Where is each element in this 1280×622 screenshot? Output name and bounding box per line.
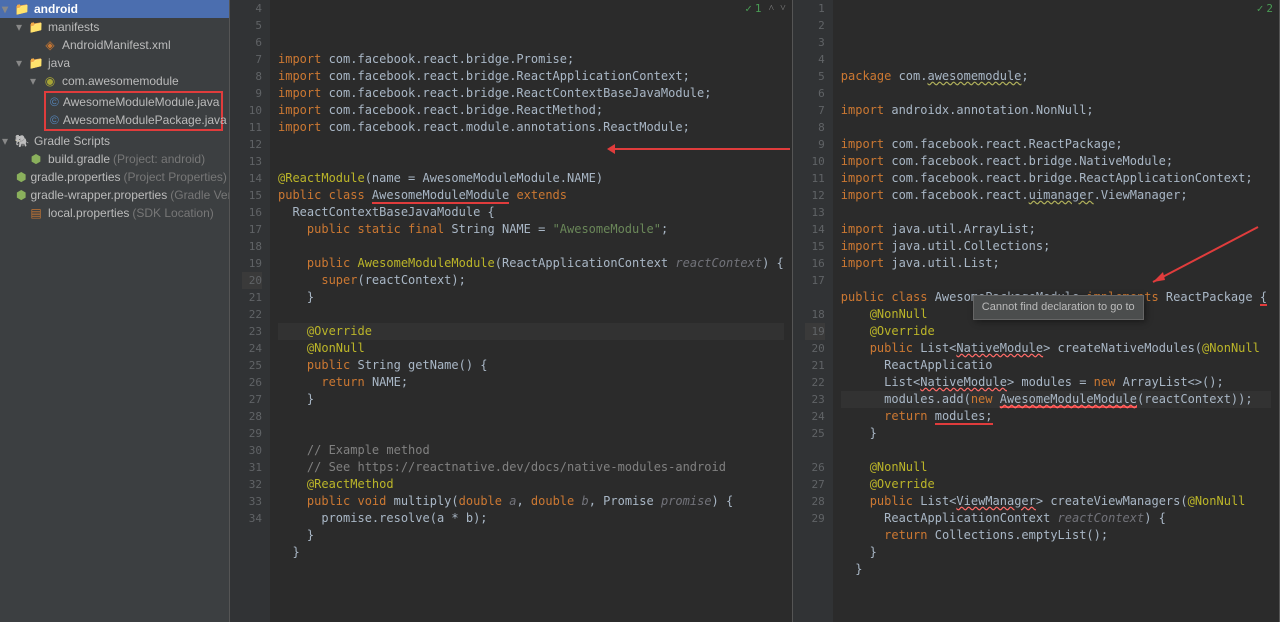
- tree-package[interactable]: ▾ ◉ com.awesomemodule: [0, 72, 229, 90]
- tree-suffix: (Gradle Ver: [170, 188, 230, 202]
- chevron-down-icon: ▾: [16, 20, 28, 34]
- tree-label: local.properties: [48, 206, 129, 220]
- tree-file[interactable]: ◈ AndroidManifest.xml: [0, 36, 229, 54]
- editor-split: ✓ 1 ˄ ˅ 45678910111213141516171819202122…: [230, 0, 1280, 622]
- tree-file[interactable]: © AwesomeModuleModule.java: [46, 93, 221, 111]
- tree-suffix: (SDK Location): [132, 206, 213, 220]
- xml-icon: ◈: [42, 38, 58, 52]
- tree-file[interactable]: ⬢ gradle-wrapper.properties (Gradle Ver: [0, 186, 229, 204]
- chevron-down-icon: ▾: [30, 74, 42, 88]
- package-icon: ◉: [42, 74, 58, 88]
- folder-icon: 📁: [28, 56, 44, 70]
- tree-section[interactable]: ▾ 🐘 Gradle Scripts: [0, 132, 229, 150]
- gutter-right: 1234567891011121314151617181920212223242…: [793, 0, 833, 622]
- tree-label: gradle.properties: [30, 170, 120, 184]
- gutter-left: 4567891011121314151617181920212223242526…: [230, 0, 270, 622]
- tree-suffix: (Project: android): [113, 152, 205, 166]
- folder-icon: 📁: [28, 20, 44, 34]
- tree-file[interactable]: © AwesomeModulePackage.java: [46, 111, 221, 129]
- tooltip: Cannot find declaration to go to: [973, 295, 1144, 320]
- tree-label: AndroidManifest.xml: [62, 38, 171, 52]
- tree-label: gradle-wrapper.properties: [30, 188, 167, 202]
- gradle-file-icon: ⬢: [16, 188, 26, 202]
- tree-label: AwesomeModulePackage.java: [63, 113, 227, 127]
- gradle-icon: 🐘: [14, 134, 30, 148]
- tree-label: AwesomeModuleModule.java: [63, 95, 220, 109]
- code-right[interactable]: Cannot find declaration to go to package…: [833, 0, 1279, 622]
- chevron-down-icon: ▾: [2, 2, 14, 16]
- arrow-annotation: [1143, 222, 1263, 292]
- java-icon: ©: [50, 95, 59, 109]
- arrow-annotation: [610, 148, 790, 150]
- highlighted-files: © AwesomeModuleModule.java © AwesomeModu…: [44, 91, 223, 131]
- tree-label: com.awesomemodule: [62, 74, 179, 88]
- folder-icon: 📁: [14, 2, 30, 16]
- java-icon: ©: [50, 113, 59, 127]
- chevron-down-icon: ▾: [2, 134, 14, 148]
- project-root[interactable]: ▾ 📁 android: [0, 0, 229, 18]
- properties-icon: ▤: [28, 206, 44, 220]
- chevron-down-icon: ▾: [16, 56, 28, 70]
- ide-root: ▾ 📁 android ▾ 📁 manifests ◈ AndroidManif…: [0, 0, 1280, 622]
- code-left[interactable]: import com.facebook.react.bridge.Promise…: [270, 0, 792, 622]
- tree-label: Gradle Scripts: [34, 134, 110, 148]
- project-root-label: android: [34, 2, 78, 16]
- tree-file[interactable]: ▤ local.properties (SDK Location): [0, 204, 229, 222]
- tree-file[interactable]: ⬢ gradle.properties (Project Properties): [0, 168, 229, 186]
- project-tree: ▾ 📁 android ▾ 📁 manifests ◈ AndroidManif…: [0, 0, 230, 622]
- gradle-file-icon: ⬢: [16, 170, 26, 184]
- tree-file[interactable]: ⬢ build.gradle (Project: android): [0, 150, 229, 168]
- editor-left[interactable]: ✓ 1 ˄ ˅ 45678910111213141516171819202122…: [230, 0, 793, 622]
- editor-right[interactable]: ✓ 2 123456789101112131415161718192021222…: [793, 0, 1280, 622]
- tree-label: java: [48, 56, 70, 70]
- tree-suffix: (Project Properties): [124, 170, 227, 184]
- tree-label: build.gradle: [48, 152, 110, 166]
- gradle-file-icon: ⬢: [28, 152, 44, 166]
- tree-label: manifests: [48, 20, 99, 34]
- tree-folder[interactable]: ▾ 📁 manifests: [0, 18, 229, 36]
- tree-folder[interactable]: ▾ 📁 java: [0, 54, 229, 72]
